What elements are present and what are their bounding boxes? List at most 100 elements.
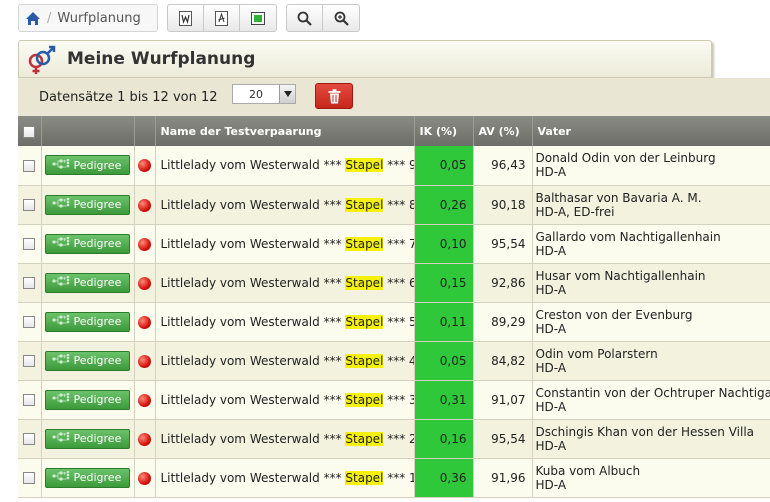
chevron-down-icon[interactable]: [279, 85, 295, 103]
table-row[interactable]: Pedigree Littlelady vom Westerwald *** St…: [18, 419, 770, 459]
page-size-select[interactable]: 20: [232, 84, 296, 104]
pedigree-label: Pedigree: [73, 471, 122, 484]
row-checkbox[interactable]: [23, 355, 36, 367]
pedigree-button[interactable]: Pedigree: [44, 311, 130, 332]
father-health: HD-A, ED-frei: [535, 204, 615, 219]
row-checkbox[interactable]: [23, 316, 36, 328]
pedigree-label: Pedigree: [73, 315, 122, 328]
delete-button[interactable]: [315, 83, 353, 109]
pedigree-cell: Pedigree: [41, 419, 135, 459]
search-button[interactable]: [287, 5, 323, 31]
row-checkbox[interactable]: [23, 433, 36, 445]
mating-name-cell: Littlelady vom Westerwald *** Stapel ***…: [155, 380, 415, 420]
table-row[interactable]: Pedigree Littlelady vom Westerwald *** St…: [18, 341, 770, 381]
father-name: Odin vom Polarstern: [535, 346, 658, 361]
pedigree-button[interactable]: Pedigree: [44, 467, 130, 488]
word-export-button[interactable]: [168, 5, 204, 31]
row-checkbox[interactable]: [23, 159, 36, 172]
row-select-cell: [18, 458, 42, 498]
father-name: Dschingis Khan von der Hessen Villa: [535, 424, 755, 439]
status-dot-icon: [138, 432, 151, 446]
breadcrumb-separator: /: [47, 10, 52, 26]
father-health: HD-A: [535, 282, 567, 297]
mating-name-suffix: *** 9: [383, 158, 414, 173]
father-health: HD-A: [535, 399, 567, 414]
av-value: 89,29: [473, 302, 533, 342]
table-row[interactable]: Pedigree Littlelady vom Westerwald *** St…: [18, 263, 770, 303]
table-row[interactable]: Pedigree Littlelady vom Westerwald *** St…: [18, 302, 770, 342]
status-dot-icon: [138, 276, 151, 290]
av-value: 91,07: [473, 380, 533, 420]
pedigree-icon: [51, 197, 70, 211]
row-checkbox[interactable]: [23, 394, 36, 406]
row-checkbox[interactable]: [23, 199, 36, 211]
status-dot-icon: [138, 237, 151, 251]
search-icon: [297, 11, 312, 26]
row-select-cell: [18, 224, 42, 264]
mating-name-suffix: *** 3: [383, 392, 414, 407]
screen-view-button[interactable]: [240, 5, 276, 31]
breeding-plan-table: Name der Testverpaarung IK (%) AV (%) Va…: [18, 116, 770, 498]
page-size-value: 20: [249, 87, 263, 101]
pedigree-label: Pedigree: [73, 354, 122, 367]
mating-name-prefix: Littlelady vom Westerwald ***: [160, 392, 346, 407]
pedigree-icon: [51, 275, 70, 289]
table-header-row: Name der Testverpaarung IK (%) AV (%) Va…: [18, 116, 770, 146]
pedigree-button[interactable]: Pedigree: [44, 389, 130, 410]
pedigree-button[interactable]: Pedigree: [44, 350, 130, 371]
zoom-in-button[interactable]: [323, 5, 359, 31]
row-checkbox[interactable]: [23, 472, 36, 484]
header-name[interactable]: Name der Testverpaarung: [155, 116, 415, 146]
panel-header: Meine Wurfplanung: [18, 40, 712, 78]
table-row[interactable]: Pedigree Littlelady vom Westerwald *** St…: [18, 224, 770, 264]
breadcrumb: / Wurfplanung: [18, 4, 158, 32]
ik-value: 0,36: [414, 458, 474, 498]
father-health: HD-A: [535, 243, 567, 258]
pdf-export-icon: [215, 10, 228, 26]
mating-name-cell: Littlelady vom Westerwald *** Stapel ***…: [155, 146, 415, 186]
status-cell: [134, 419, 156, 459]
header-father[interactable]: Vater: [532, 116, 770, 146]
table-row[interactable]: Pedigree Littlelady vom Westerwald *** St…: [18, 185, 770, 225]
home-icon[interactable]: [19, 11, 47, 26]
pedigree-button[interactable]: Pedigree: [44, 194, 130, 215]
breadcrumb-current: Wurfplanung: [57, 10, 141, 26]
table-row[interactable]: Pedigree Littlelady vom Westerwald *** St…: [18, 380, 770, 420]
header-av[interactable]: AV (%): [473, 116, 533, 146]
ik-value: 0,16: [414, 419, 474, 459]
ik-value: 0,05: [414, 341, 474, 381]
av-value: 92,86: [473, 263, 533, 303]
row-checkbox[interactable]: [23, 238, 36, 250]
father-name: Kuba vom Albuch: [535, 463, 641, 478]
pedigree-label: Pedigree: [73, 158, 122, 172]
row-checkbox[interactable]: [23, 277, 36, 289]
row-select-cell: [18, 146, 42, 186]
av-value: 96,43: [473, 146, 533, 186]
status-dot-icon: [138, 315, 151, 329]
pedigree-icon: [51, 353, 70, 367]
table-row[interactable]: Pedigree Littlelady vom Westerwald *** St…: [18, 146, 770, 186]
pedigree-label: Pedigree: [73, 198, 122, 211]
mating-name-highlight: Stapel: [345, 197, 384, 212]
pedigree-button[interactable]: Pedigree: [44, 155, 130, 176]
row-select-cell: [18, 380, 42, 420]
row-select-cell: [18, 263, 42, 303]
pedigree-button[interactable]: Pedigree: [44, 428, 130, 449]
select-all-checkbox[interactable]: [23, 125, 36, 138]
mating-name-suffix: *** 2: [383, 431, 414, 446]
pedigree-button[interactable]: Pedigree: [44, 233, 130, 254]
mating-name-highlight: Stapel: [345, 431, 384, 446]
page-title: Meine Wurfplanung: [67, 49, 256, 69]
pedigree-button[interactable]: Pedigree: [44, 272, 130, 293]
ik-value: 0,05: [414, 146, 474, 186]
pedigree-label: Pedigree: [73, 393, 122, 406]
pdf-export-button[interactable]: [204, 5, 240, 31]
father-name: Donald Odin von der Leinburg: [535, 151, 716, 166]
status-cell: [134, 185, 156, 225]
table-row[interactable]: Pedigree Littlelady vom Westerwald *** St…: [18, 458, 770, 498]
header-ik[interactable]: IK (%): [414, 116, 474, 146]
ik-value: 0,10: [414, 224, 474, 264]
pedigree-icon: [51, 431, 70, 445]
row-select-cell: [18, 185, 42, 225]
father-health: HD-A: [535, 321, 567, 336]
